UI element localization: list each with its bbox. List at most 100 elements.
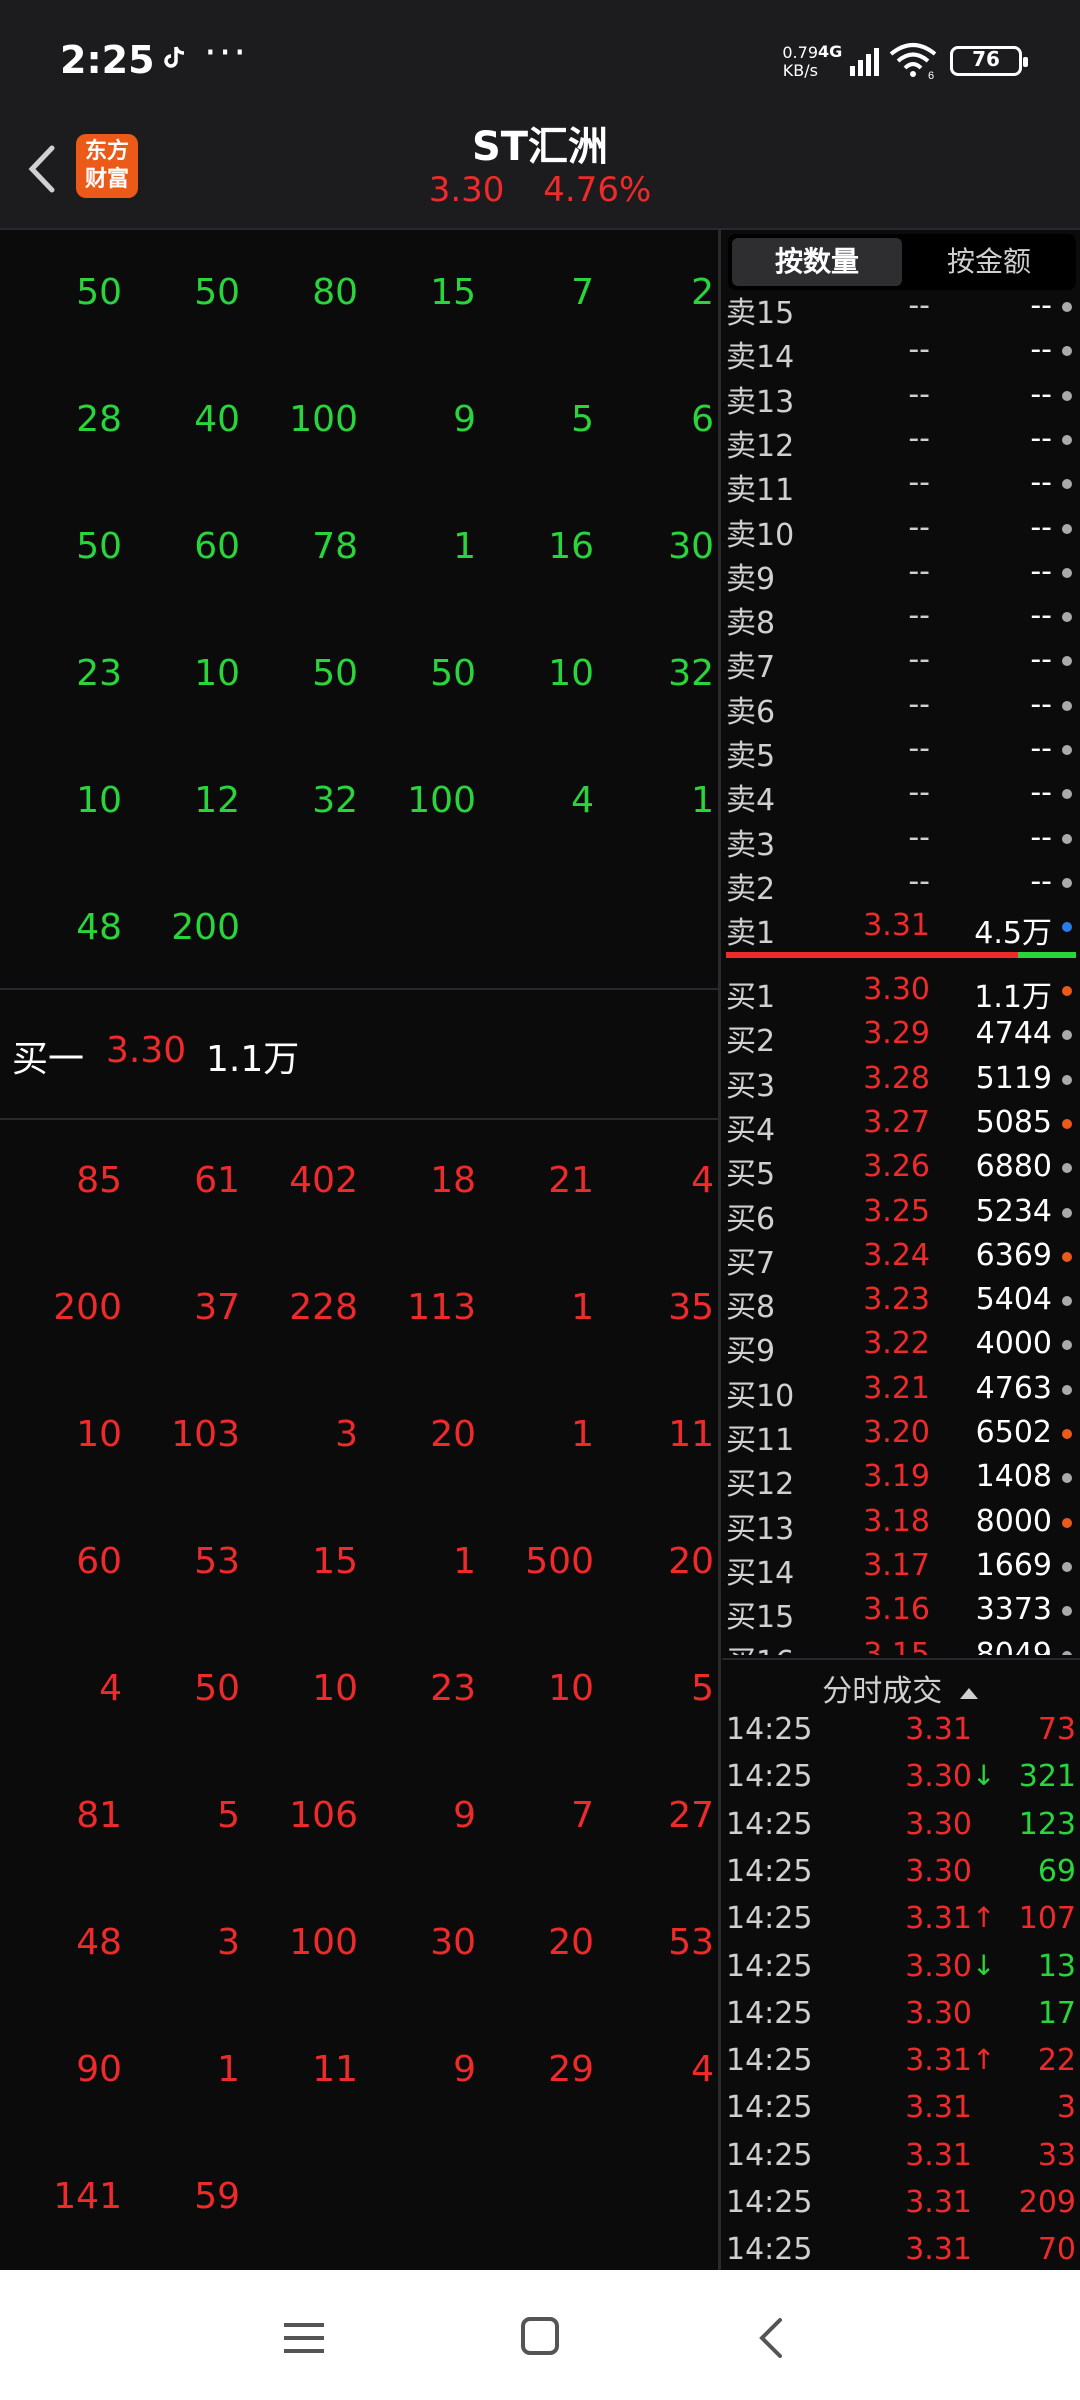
bid-level[interactable]: 买4 3.27 5085 [722, 1101, 1080, 1148]
bid-level[interactable]: 买7 3.24 6369 [722, 1234, 1080, 1281]
sell-cell: 28 [76, 399, 122, 440]
bid-level[interactable]: 买6 3.25 5234 [722, 1190, 1080, 1237]
buy-cell: 1 [571, 1287, 594, 1328]
level-dot-icon [1062, 833, 1072, 844]
level-volume: 1.1万 [974, 980, 1052, 1015]
level-dot-icon [1062, 1429, 1072, 1439]
ask-level[interactable]: 卖15 -- -- [722, 284, 1080, 331]
buy-cell: 100 [289, 1922, 358, 1963]
trade-time: 14:25 [726, 1948, 813, 1984]
trade-volume: 123 [1018, 1806, 1076, 1842]
ask-level[interactable]: 卖6 -- -- [722, 683, 1080, 730]
level-label: 卖3 [726, 827, 776, 863]
level-dot-icon [1062, 1118, 1072, 1129]
sell-cell: 2 [691, 272, 714, 313]
bid-level[interactable]: 买15 3.16 3373 [722, 1588, 1080, 1635]
level-price: 3.22 [863, 1326, 930, 1362]
sell-cell: 1 [691, 780, 714, 821]
caret-up-icon [959, 1687, 978, 1699]
buy-cell: 18 [430, 1160, 476, 1201]
menu-icon[interactable] [282, 2320, 326, 2356]
buy-cell: 11 [668, 1414, 714, 1455]
trade-row: 14:25 3.31 33 [722, 2138, 1080, 2185]
level-volume: -- [1030, 332, 1052, 368]
level-dot-icon [1062, 434, 1072, 445]
ask-level[interactable]: 卖14 -- -- [722, 328, 1080, 375]
bid-level[interactable]: 买2 3.29 4744 [722, 1012, 1080, 1059]
eastmoney-logo[interactable]: 东方 财富 [76, 134, 138, 198]
sell-cell: 50 [76, 526, 122, 567]
trade-price: 3.30 [905, 1948, 972, 1984]
best-bid-row: 买一 3.30 1.1万 [0, 988, 718, 1120]
bid-level[interactable]: 买13 3.18 8000 [722, 1500, 1080, 1547]
ask-level[interactable]: 卖9 -- -- [722, 550, 1080, 597]
ask-level[interactable]: 卖12 -- -- [722, 417, 1080, 464]
level-volume: 4.5万 [974, 916, 1052, 952]
level-price: 3.18 [863, 1503, 930, 1539]
level-dot-icon [1062, 1163, 1072, 1174]
sell-cell: 50 [430, 653, 476, 694]
buy-cell: 10 [76, 1414, 122, 1455]
tick-grid-panel: 50 50 80 15 7 2 28 40 100 9 5 6 50 60 78 1 16 30 23 10 50 50 1… [0, 230, 718, 2270]
ask-level[interactable]: 卖5 -- -- [722, 727, 1080, 774]
ask-level[interactable]: 卖13 -- -- [722, 373, 1080, 420]
tiktok-icon [164, 46, 185, 68]
bid-level[interactable]: 买11 3.20 6502 [722, 1411, 1080, 1458]
buy-cell: 20 [668, 1541, 714, 1582]
back-arrow-icon[interactable] [756, 2316, 786, 2360]
bid-level[interactable]: 买5 3.26 6880 [722, 1145, 1080, 1192]
level-label: 买6 [726, 1201, 776, 1237]
ask-level[interactable]: 卖3 -- -- [722, 816, 1080, 863]
home-square-icon[interactable] [520, 2316, 560, 2356]
ask-level[interactable]: 卖2 -- -- [722, 860, 1080, 907]
chevron-left-icon[interactable] [14, 134, 74, 204]
sell-cell: 5 [571, 399, 594, 440]
level-label: 卖1 [726, 916, 776, 952]
bid-level[interactable]: 买1 3.30 1.1万 [722, 968, 1080, 1015]
level-label: 卖13 [726, 384, 795, 420]
tab-by-quantity[interactable]: 按数量 [732, 238, 902, 286]
ask-level[interactable]: 卖8 -- -- [722, 594, 1080, 641]
level-volume: -- [1030, 420, 1052, 456]
level-label: 卖2 [726, 871, 776, 907]
bid-level[interactable]: 买16 3.15 8049 [722, 1633, 1080, 1655]
bid-level[interactable]: 买9 3.22 4000 [722, 1322, 1080, 1369]
level-price: 3.17 [863, 1547, 930, 1583]
trade-row: 14:25 3.31 ↑ 22 [722, 2043, 1080, 2090]
level-price: -- [908, 332, 930, 368]
level-label: 买7 [726, 1245, 776, 1281]
trade-row: 14:25 3.31 ↑ 107 [722, 1901, 1080, 1948]
trades-header[interactable]: 分时成交 [722, 1658, 1080, 1714]
tab-by-amount[interactable]: 按金额 [904, 238, 1074, 286]
level-volume: -- [1030, 553, 1052, 589]
level-volume: -- [1030, 775, 1052, 811]
ask-level[interactable]: 卖11 -- -- [722, 461, 1080, 508]
bid-level[interactable]: 买8 3.23 5404 [722, 1278, 1080, 1325]
sell-cell: 6 [691, 399, 714, 440]
level-dot-icon [1062, 612, 1072, 623]
sell-cell: 50 [194, 272, 240, 313]
bid-level[interactable]: 买3 3.28 5119 [722, 1057, 1080, 1104]
level-volume: -- [1030, 598, 1052, 634]
ask-level[interactable]: 卖4 -- -- [722, 771, 1080, 818]
ask-level[interactable]: 卖7 -- -- [722, 638, 1080, 685]
buy-cell: 48 [76, 1922, 122, 1963]
trade-row: 14:25 3.30 69 [722, 1854, 1080, 1901]
level-dot-icon [1062, 1606, 1072, 1617]
svg-text:6: 6 [928, 70, 934, 80]
bid-level[interactable]: 买10 3.21 4763 [722, 1367, 1080, 1414]
buy-cell: 228 [289, 1287, 358, 1328]
more-notifications-icon: ··· [204, 30, 249, 76]
buy-row: 90 1 11 9 29 4 [0, 2007, 718, 2134]
level-dot-icon [1062, 302, 1072, 312]
sell-row: 10 12 32 100 4 1 [0, 738, 718, 865]
ask-level[interactable]: 卖10 -- -- [722, 506, 1080, 553]
level-volume: -- [1030, 509, 1052, 545]
bid-level[interactable]: 买12 3.19 1408 [722, 1455, 1080, 1502]
level-price: 3.16 [863, 1592, 930, 1628]
wifi-icon: 6 [889, 43, 937, 80]
level-volume: 4763 [975, 1370, 1052, 1406]
ask-level[interactable]: 卖1 3.31 4.5万 [722, 904, 1080, 951]
level-dot-icon [1062, 745, 1072, 755]
bid-level[interactable]: 买14 3.17 1669 [722, 1544, 1080, 1591]
